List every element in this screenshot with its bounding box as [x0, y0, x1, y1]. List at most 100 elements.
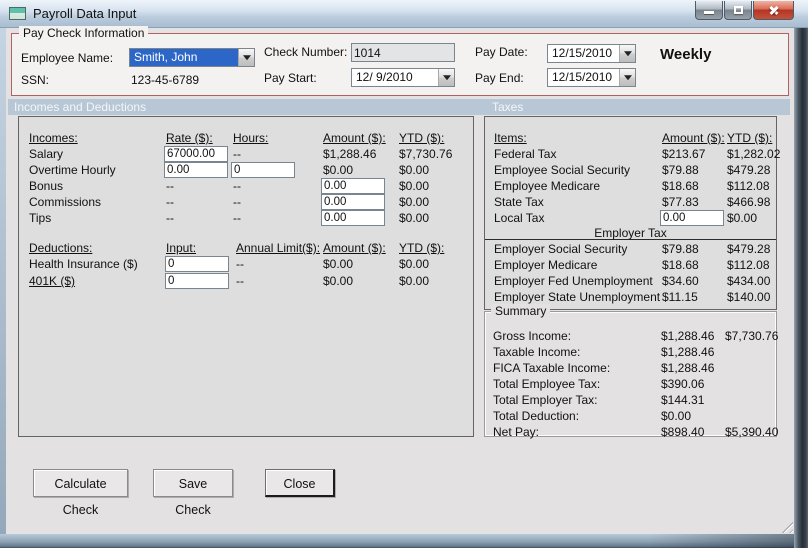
window-title: Payroll Data Input	[33, 6, 137, 21]
tax-label: Employee Medicare	[494, 179, 601, 193]
tax-label: Federal Tax	[494, 147, 557, 161]
employer-tax-row: Employer Medicare $18.68 $112.08	[485, 258, 776, 274]
summary-row: FICA Taxable Income: $1,288.46	[485, 361, 776, 377]
tax-amount: $11.15	[662, 290, 698, 304]
tips-amount-input[interactable]	[321, 210, 385, 226]
paycheck-info-group: Pay Check Information Employee Name: Smi…	[11, 26, 789, 96]
overtime-hours-input[interactable]	[231, 162, 295, 178]
deduction-ytd: $0.00	[399, 274, 430, 288]
pay-end-datepicker[interactable]: 12/15/2010	[547, 68, 636, 87]
calculate-check-button[interactable]: Calculate Check	[33, 469, 128, 517]
deduction-limit: --	[236, 274, 244, 288]
tax-ytd: $112.08	[727, 179, 770, 193]
save-check-button[interactable]: Save Check	[153, 469, 233, 517]
employee-name-combobox[interactable]: Smith, John	[129, 48, 255, 67]
pay-end-dropdown-button[interactable]	[619, 69, 635, 86]
incomes-col-amount: Amount ($):	[323, 131, 386, 145]
window-border-right	[794, 28, 808, 548]
health-insurance-input[interactable]	[165, 256, 229, 272]
income-row-overtime: Overtime Hourly $0.00 $0.00	[19, 162, 473, 179]
income-ytd: $0.00	[399, 195, 430, 209]
deductions-col-amount: Amount ($):	[323, 241, 386, 255]
pay-start-value: 12/ 9/2010	[356, 70, 413, 84]
section-header-band: Incomes and Deductions Taxes	[8, 99, 790, 115]
tax-amount: $18.68	[662, 258, 699, 272]
local-tax-input[interactable]	[660, 210, 724, 226]
titlebar[interactable]: Payroll Data Input	[0, 0, 808, 28]
deduction-row-health: Health Insurance ($) -- $0.00 $0.00	[19, 256, 473, 273]
deductions-col-input: Input:	[166, 241, 197, 255]
summary-row-net-pay: Net Pay: $898.40 $5,390.40	[485, 425, 778, 441]
taxes-panel: Items: Amount ($): YTD ($): Federal Tax …	[484, 116, 780, 310]
incomes-col-hours: Hours:	[233, 131, 269, 145]
close-icon	[768, 4, 780, 16]
tax-ytd: $479.28	[727, 242, 771, 256]
income-label: Bonus	[29, 179, 64, 193]
bonus-amount-input[interactable]	[321, 178, 385, 194]
incomes-col-ytd: YTD ($):	[399, 131, 445, 145]
income-label: Commissions	[29, 195, 102, 209]
pay-start-dropdown-button[interactable]	[438, 69, 454, 86]
summary-amount: $1,288.46	[661, 329, 715, 343]
summary-amount: $0.00	[661, 409, 692, 423]
k401-input[interactable]	[165, 273, 229, 289]
income-amount: $1,288.46	[323, 147, 377, 161]
employee-name-label: Employee Name:	[21, 51, 114, 65]
ssn-value: 123-45-6789	[131, 73, 200, 87]
summary-row: Gross Income: $1,288.46 $7,730.76	[485, 329, 778, 345]
income-hours: --	[233, 211, 241, 225]
tax-amount: $34.60	[662, 274, 699, 288]
deductions-header-row: Deductions: Input: Annual Limit($): Amou…	[19, 241, 473, 257]
pay-date-dropdown-button[interactable]	[619, 45, 635, 62]
resize-grip[interactable]	[779, 519, 793, 533]
tax-amount: $213.67	[662, 147, 706, 161]
deduction-label-401k-link[interactable]: 401K ($)	[29, 274, 75, 289]
incomes-header-row: Incomes: Rate ($): Hours: Amount ($): YT…	[19, 131, 473, 147]
income-rate: --	[166, 211, 174, 225]
close-button[interactable]: Close	[265, 469, 335, 497]
tax-label: State Tax	[494, 195, 544, 209]
tax-ytd: $466.98	[727, 195, 771, 209]
tax-label: Employee Social Security	[494, 163, 631, 177]
taxes-section-title: Taxes	[492, 100, 524, 114]
commissions-amount-input[interactable]	[321, 194, 385, 210]
income-ytd: $0.00	[399, 211, 430, 225]
income-rate: --	[166, 179, 174, 193]
income-hours: --	[233, 147, 241, 161]
summary-label: Taxable Income:	[493, 345, 581, 359]
pay-date-datepicker[interactable]: 12/15/2010	[547, 44, 636, 63]
minimize-button[interactable]	[695, 1, 723, 20]
employer-tax-row: Employer Social Security $79.88 $479.28	[485, 242, 776, 258]
summary-row: Taxable Income: $1,288.46	[485, 345, 776, 361]
taxes-header-row: Items: Amount ($): YTD ($):	[485, 131, 776, 147]
pay-start-datepicker[interactable]: 12/ 9/2010	[351, 68, 455, 87]
summary-label: Total Employer Tax:	[493, 393, 598, 407]
check-number-field[interactable]	[351, 43, 455, 62]
income-ytd: $0.00	[399, 163, 430, 177]
incomes-deductions-panel: Incomes: Rate ($): Hours: Amount ($): YT…	[18, 116, 474, 437]
close-window-button[interactable]	[753, 1, 794, 20]
income-row-tips: Tips -- -- $0.00	[19, 210, 473, 227]
tax-row: Employee Social Security $79.88 $479.28	[485, 163, 776, 179]
income-row-salary: Salary -- $1,288.46 $7,730.76	[19, 146, 473, 163]
income-label: Overtime Hourly	[29, 163, 116, 177]
summary-label: FICA Taxable Income:	[493, 361, 611, 375]
taxes-col-amount: Amount ($):	[662, 131, 725, 145]
overtime-rate-input[interactable]	[164, 162, 228, 178]
salary-rate-input[interactable]	[164, 146, 228, 162]
deductions-col-limit: Annual Limit($):	[236, 241, 321, 255]
deduction-limit: --	[236, 257, 244, 271]
pay-end-value: 12/15/2010	[552, 70, 613, 84]
chevron-down-icon	[442, 74, 451, 84]
deduction-amount: $0.00	[323, 274, 354, 288]
maximize-button[interactable]	[724, 1, 752, 20]
tax-row: Federal Tax $213.67 $1,282.02	[485, 147, 780, 163]
employee-name-value: Smith, John	[134, 50, 198, 64]
summary-amount: $898.40	[661, 425, 705, 439]
tax-label: Employer State Unemployment	[494, 290, 661, 304]
tax-row: Employee Medicare $18.68 $112.08	[485, 179, 776, 195]
client-area: Pay Check Information Employee Name: Smi…	[6, 26, 794, 534]
income-row-commissions: Commissions -- -- $0.00	[19, 194, 473, 211]
ssn-label: SSN:	[21, 73, 50, 87]
employee-name-dropdown-button[interactable]	[238, 49, 254, 66]
